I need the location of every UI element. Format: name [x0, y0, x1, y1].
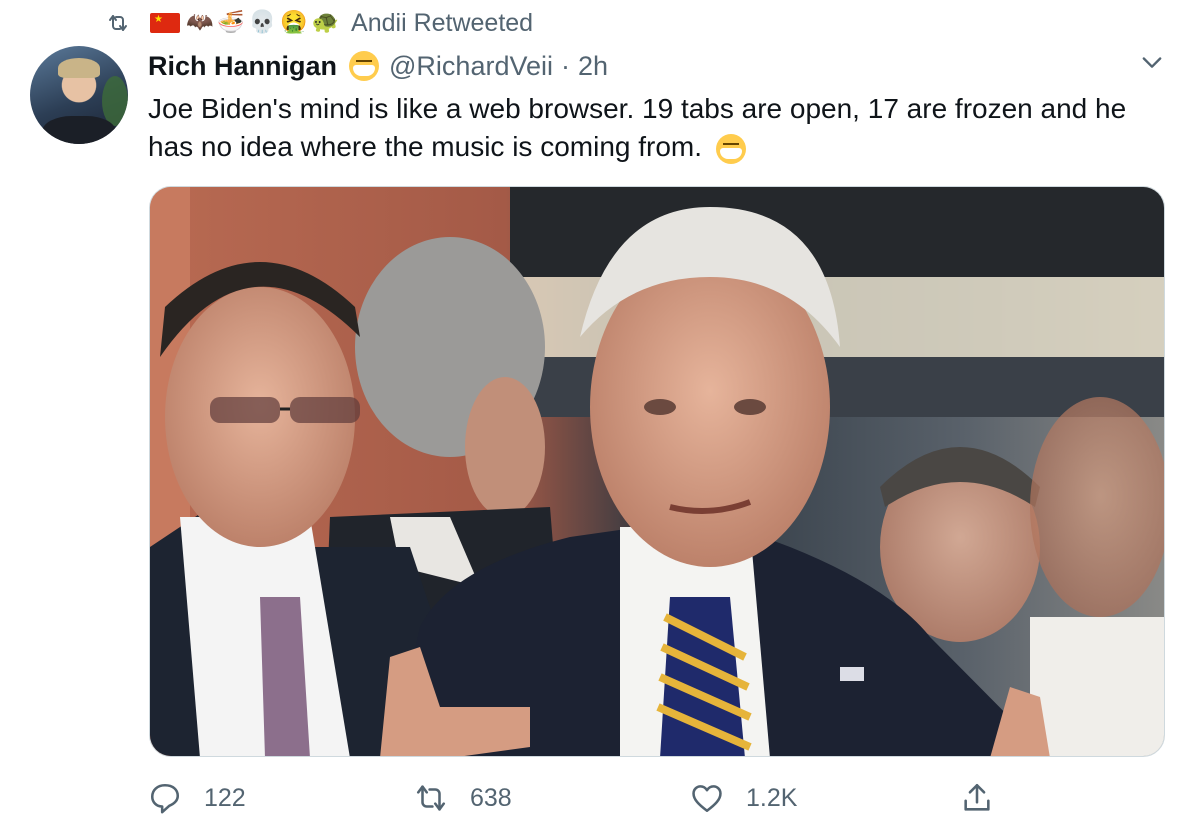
reply-count: 122 [204, 783, 246, 812]
separator-dot: · [561, 50, 570, 81]
author-handle[interactable]: @RichardVeii [389, 51, 553, 82]
share-button[interactable] [960, 778, 1016, 818]
author-name[interactable]: Rich Hannigan [148, 51, 337, 82]
skull-emoji-icon: 💀 [248, 10, 277, 35]
tweet-action-bar: 122 638 1.2K [148, 778, 1168, 818]
like-button[interactable]: 1.2K [690, 778, 797, 818]
heart-icon [692, 785, 722, 813]
retweet-count: 638 [470, 783, 512, 812]
noodle-emoji-icon: 🍜 [217, 10, 245, 35]
tweet-photo[interactable] [149, 186, 1165, 757]
vomiting-face-emoji-icon: 🤮 [280, 10, 308, 35]
retweet-icon [109, 15, 127, 31]
chevron-down-icon[interactable] [1138, 48, 1166, 76]
face-with-mask-emoji-icon [349, 51, 380, 81]
tweet-header: Rich Hannigan @RichardVeii · 2h [148, 48, 608, 84]
retweeted-by-label[interactable]: Andii Retweeted [351, 9, 533, 38]
tweet-timestamp[interactable]: 2h [578, 51, 608, 82]
face-with-mask-emoji-icon [715, 133, 746, 164]
avatar[interactable] [30, 46, 128, 144]
reply-button[interactable]: 122 [148, 778, 246, 818]
photo-illustration [150, 187, 1164, 756]
retweet-button[interactable]: 638 [414, 778, 512, 818]
tweet-text: Joe Biden's mind is like a web browser. … [148, 90, 1148, 166]
tweet-body: Joe Biden's mind is like a web browser. … [148, 93, 1127, 162]
bat-emoji-icon: 🦇 [186, 10, 214, 35]
retweet-context: 🦇 🍜 💀 🤮 🐢 Andii Retweeted [104, 6, 533, 40]
like-count: 1.2K [746, 783, 798, 812]
reply-icon [150, 783, 180, 814]
turtle-emoji-icon: 🐢 [311, 10, 340, 35]
retweet-icon [416, 785, 446, 811]
china-flag-icon [150, 13, 180, 33]
share-icon [964, 783, 990, 811]
